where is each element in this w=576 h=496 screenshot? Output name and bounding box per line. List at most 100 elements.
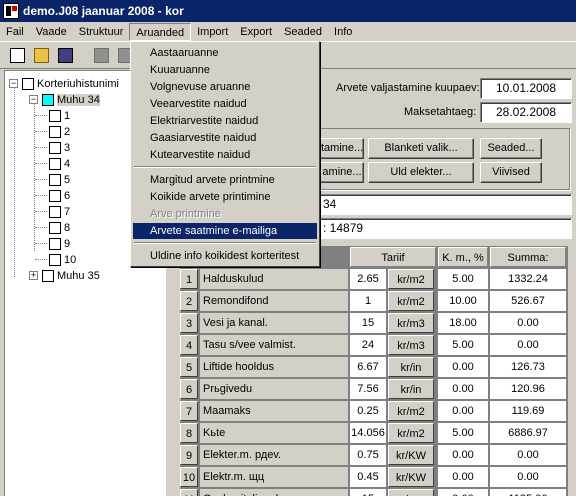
- table-row[interactable]: 1 Halduskulud 2.65 kr/m2 5.00 1332.24: [180, 268, 568, 290]
- menu-export[interactable]: Export: [234, 23, 278, 41]
- tree-building-muhu34[interactable]: − Muhu 34: [29, 92, 100, 107]
- tariff-value[interactable]: 6.67: [350, 357, 386, 377]
- unit-button[interactable]: kr/KW: [388, 467, 434, 487]
- unit-button[interactable]: kr/m3: [388, 313, 434, 333]
- apartment-checkbox[interactable]: [49, 253, 61, 266]
- table-row[interactable]: 5 Liftide hooldus 6.67 kr/in 0.00 126.73: [180, 356, 568, 378]
- menu-item-gas-meters[interactable]: Gaasiarvestite naidud: [133, 130, 317, 146]
- unit-button[interactable]: kr/m2: [388, 269, 434, 289]
- menu-item-electric-meters[interactable]: Elektriarvestite naidud: [133, 113, 317, 129]
- menu-item-heat-meters[interactable]: Kutearvestite naidud: [133, 147, 317, 163]
- menu-fail[interactable]: Fail: [0, 23, 30, 41]
- unit-button[interactable]: kr/m2: [388, 423, 434, 443]
- print-button[interactable]: [90, 45, 112, 67]
- table-row[interactable]: 11Osakapitali makse15kr 0.001135.00: [180, 488, 568, 496]
- sum-value[interactable]: 0.00: [490, 467, 566, 487]
- tree-apartment[interactable]: 9: [35, 236, 70, 251]
- due-date-field[interactable]: 28.02.2008: [480, 102, 572, 123]
- sum-value[interactable]: 1332.24: [490, 269, 566, 289]
- km-value[interactable]: 5.00: [438, 423, 488, 443]
- unit-button[interactable]: kr/m2: [388, 401, 434, 421]
- collapse-icon[interactable]: −: [29, 95, 38, 104]
- menu-seaded[interactable]: Seaded: [278, 23, 328, 41]
- building-checkbox[interactable]: [42, 93, 54, 106]
- building-checkbox[interactable]: [42, 269, 54, 282]
- unit-button[interactable]: kr: [388, 489, 434, 496]
- tree-building-muhu35[interactable]: + Muhu 35: [29, 268, 100, 283]
- table-row[interactable]: 6 Prьgivedu 7.56 kr/in 0.00 120.96: [180, 378, 568, 400]
- menu-item-annual-report[interactable]: Aastaaruanne: [133, 45, 317, 61]
- menu-item-debt-report[interactable]: Volgnevuse aruanne: [133, 79, 317, 95]
- menu-item-email-invoices[interactable]: Arvete saatmine e-mailiga: [133, 223, 317, 239]
- tariff-value[interactable]: 0.25: [350, 401, 386, 421]
- apartment-checkbox[interactable]: [49, 157, 61, 170]
- unit-button[interactable]: kr/m3: [388, 335, 434, 355]
- menu-item-general-info[interactable]: Uldine info koikidest korteritest: [133, 248, 317, 264]
- km-value[interactable]: 0.00: [438, 401, 488, 421]
- tariff-value[interactable]: 14.056: [350, 423, 386, 443]
- btn-hidden-2[interactable]: amine...: [320, 162, 364, 183]
- table-row[interactable]: 3 Vesi ja kanal. 15 kr/m3 18.00 0.00: [180, 312, 568, 334]
- save-button[interactable]: [54, 45, 76, 67]
- menu-item-print-marked[interactable]: Margitud arvete printmine: [133, 172, 317, 188]
- apartment-checkbox[interactable]: [49, 141, 61, 154]
- tariff-value[interactable]: 24: [350, 335, 386, 355]
- unit-button[interactable]: kr/KW: [388, 445, 434, 465]
- table-row[interactable]: 2 Remondifond 1 kr/m2 10.00 526.67: [180, 290, 568, 312]
- table-row[interactable]: 8 Kьte 14.056 kr/m2 5.00 6886.97: [180, 422, 568, 444]
- unit-button[interactable]: kr/m2: [388, 291, 434, 311]
- menu-aruanded[interactable]: Aruanded: [129, 22, 192, 41]
- tree-apartment[interactable]: 3: [35, 140, 70, 155]
- km-value[interactable]: 18.00: [438, 313, 488, 333]
- tariff-value[interactable]: 15: [350, 489, 386, 496]
- tree-apartment[interactable]: 7: [35, 204, 70, 219]
- tariff-value[interactable]: 0.75: [350, 445, 386, 465]
- tariff-value[interactable]: 0.45: [350, 467, 386, 487]
- tree-apartment[interactable]: 8: [35, 220, 70, 235]
- sum-value[interactable]: 0.00: [490, 313, 566, 333]
- menu-vaade[interactable]: Vaade: [30, 23, 73, 41]
- settings-button[interactable]: Seaded...: [480, 138, 542, 159]
- collapse-icon[interactable]: −: [9, 79, 18, 88]
- apartment-checkbox[interactable]: [49, 237, 61, 250]
- menu-struktuur[interactable]: Struktuur: [73, 23, 130, 41]
- apartment-checkbox[interactable]: [49, 125, 61, 138]
- tree-apartment[interactable]: 1: [35, 108, 70, 123]
- tariff-value[interactable]: 1: [350, 291, 386, 311]
- info-field-1[interactable]: 34: [318, 194, 572, 215]
- tariff-value[interactable]: 7.56: [350, 379, 386, 399]
- tree-apartment[interactable]: 6: [35, 188, 70, 203]
- km-value[interactable]: 5.00: [438, 269, 488, 289]
- apartment-checkbox[interactable]: [49, 173, 61, 186]
- km-value[interactable]: 0.00: [438, 445, 488, 465]
- km-value[interactable]: 0.00: [438, 467, 488, 487]
- km-value[interactable]: 10.00: [438, 291, 488, 311]
- info-field-2[interactable]: : 14879: [318, 218, 572, 239]
- menu-item-water-meters[interactable]: Veearvestite naidud: [133, 96, 317, 112]
- tree-apartment[interactable]: 5: [35, 172, 70, 187]
- menu-item-monthly-report[interactable]: Kuuaruanne: [133, 62, 317, 78]
- sum-value[interactable]: 126.73: [490, 357, 566, 377]
- template-select-button[interactable]: Blanketi valik...: [368, 138, 474, 159]
- expand-icon[interactable]: +: [29, 271, 38, 280]
- table-row[interactable]: 10 Elektr.m. щц 0.45 kr/KW 0.00 0.00: [180, 466, 568, 488]
- km-value[interactable]: 0.00: [438, 489, 488, 496]
- general-electric-button[interactable]: Uld elekter...: [368, 162, 474, 183]
- tree-root[interactable]: − Korteriuhistunimi: [9, 76, 119, 91]
- table-row[interactable]: 4 Tasu s/vee valmist. 24 kr/m3 5.00 0.00: [180, 334, 568, 356]
- menu-import[interactable]: Import: [191, 23, 234, 41]
- table-row[interactable]: 7 Maamaks 0.25 kr/m2 0.00 119.69: [180, 400, 568, 422]
- sum-value[interactable]: 0.00: [490, 335, 566, 355]
- menu-item-print-all[interactable]: Koikide arvete printimine: [133, 189, 317, 205]
- tariff-value[interactable]: 15: [350, 313, 386, 333]
- apartment-checkbox[interactable]: [49, 205, 61, 218]
- apartment-checkbox[interactable]: [49, 221, 61, 234]
- tree-apartment[interactable]: 4: [35, 156, 70, 171]
- tree-apartment[interactable]: 2: [35, 124, 70, 139]
- sum-value[interactable]: 6886.97: [490, 423, 566, 443]
- btn-hidden-1[interactable]: tamine...: [320, 138, 364, 159]
- sum-value[interactable]: 526.67: [490, 291, 566, 311]
- sum-value[interactable]: 1135.00: [490, 489, 566, 496]
- km-value[interactable]: 0.00: [438, 357, 488, 377]
- menu-info[interactable]: Info: [328, 23, 358, 41]
